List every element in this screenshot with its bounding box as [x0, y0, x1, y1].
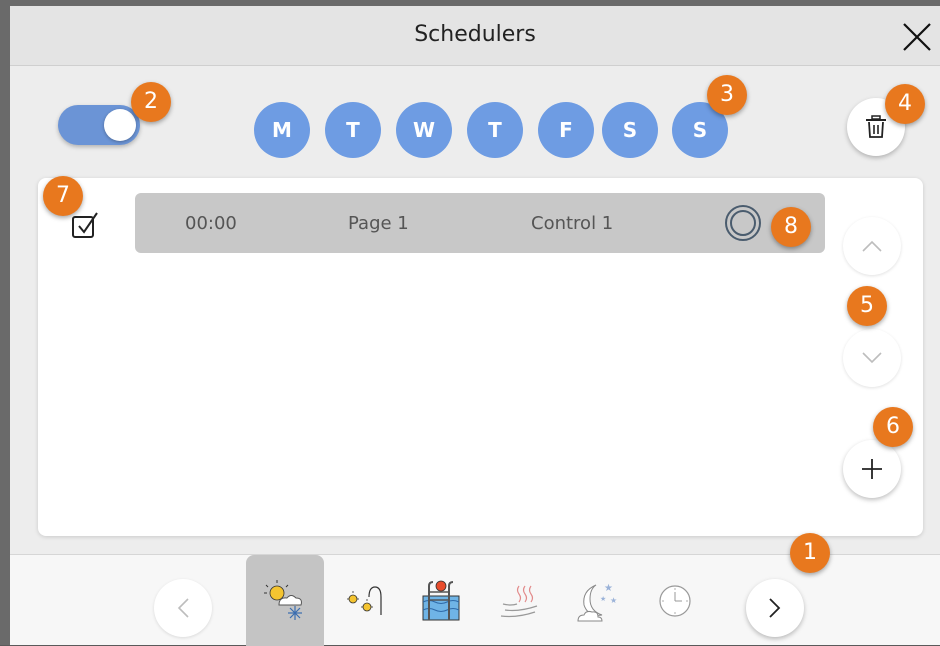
- toggle-knob: [104, 109, 136, 141]
- chevron-down-icon: [862, 352, 882, 364]
- day-saturday-button[interactable]: S: [602, 102, 658, 158]
- tab-pool[interactable]: [402, 555, 480, 646]
- prev-page-button[interactable]: [154, 579, 212, 637]
- title-bar: Schedulers: [10, 6, 940, 66]
- scheduler-window: Schedulers M T W T F S S 00:00 Page 1 Co…: [0, 0, 940, 646]
- svg-text:★: ★: [610, 596, 617, 605]
- callout-badge-4: 4: [885, 84, 925, 124]
- tab-lights[interactable]: [324, 555, 402, 646]
- weather-icon: [264, 579, 302, 620]
- tab-night[interactable]: ★ ★ ★: [558, 555, 636, 646]
- close-icon[interactable]: [900, 20, 934, 54]
- plus-icon: [862, 459, 882, 479]
- next-page-button[interactable]: [746, 579, 804, 637]
- tab-weather[interactable]: [246, 555, 324, 646]
- window-title: Schedulers: [414, 22, 536, 47]
- tab-clock[interactable]: [636, 555, 714, 646]
- lights-icon: [347, 585, 382, 615]
- callout-badge-1: 1: [790, 533, 830, 573]
- callout-badge-3: 3: [707, 75, 747, 115]
- trash-icon: [866, 115, 886, 138]
- callout-badge-7: 7: [43, 176, 83, 216]
- tab-heating[interactable]: [480, 555, 558, 646]
- day-monday-button[interactable]: M: [254, 102, 310, 158]
- callout-badge-8: 8: [771, 207, 811, 247]
- row-page: Page 1: [348, 213, 409, 234]
- row-time: 00:00: [185, 213, 237, 234]
- callout-badge-2: 2: [131, 82, 171, 122]
- day-thursday-button[interactable]: T: [467, 102, 523, 158]
- schedule-row[interactable]: 00:00 Page 1 Control 1: [135, 193, 825, 253]
- day-tuesday-button[interactable]: T: [325, 102, 381, 158]
- day-wednesday-button[interactable]: W: [396, 102, 452, 158]
- chevron-left-icon: [177, 598, 189, 618]
- pool-icon: [422, 580, 460, 620]
- move-down-button[interactable]: [843, 329, 901, 387]
- clock-icon: [659, 584, 691, 617]
- enable-toggle[interactable]: [58, 105, 140, 145]
- chevron-up-icon: [862, 240, 882, 252]
- callout-badge-5: 5: [847, 286, 887, 326]
- row-control: Control 1: [531, 213, 614, 234]
- day-friday-button[interactable]: F: [538, 102, 594, 158]
- heating-icon: [500, 585, 538, 617]
- callout-badge-6: 6: [873, 407, 913, 447]
- svg-text:★: ★: [604, 583, 613, 594]
- chevron-right-icon: [769, 598, 781, 618]
- svg-text:★: ★: [600, 595, 606, 603]
- add-button[interactable]: [843, 440, 901, 498]
- row-checkbox[interactable]: [70, 210, 100, 240]
- move-up-button[interactable]: [843, 217, 901, 275]
- row-status-ring[interactable]: [725, 205, 761, 241]
- night-icon: ★ ★ ★: [577, 583, 617, 621]
